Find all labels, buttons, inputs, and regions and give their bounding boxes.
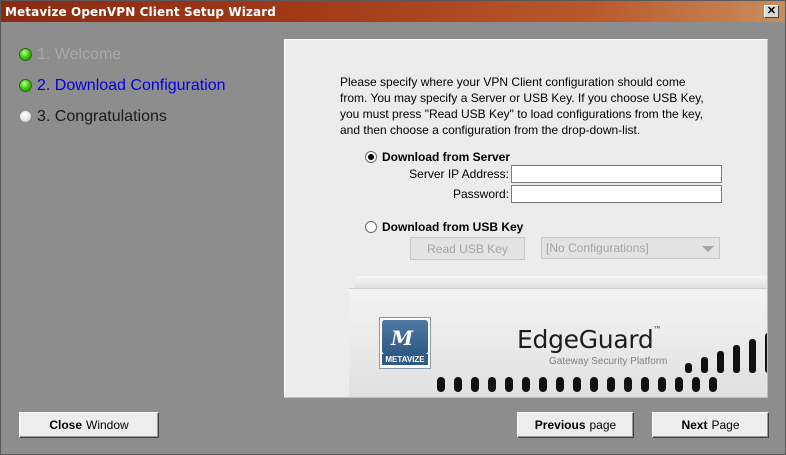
chevron-down-icon bbox=[702, 246, 714, 252]
metavize-logo: M METAVIZE bbox=[379, 317, 431, 369]
server-ip-label: Server IP Address: bbox=[409, 167, 509, 181]
step-congratulations: 3. Congratulations bbox=[19, 101, 226, 132]
step-label: 2. Download Configuration bbox=[37, 76, 226, 94]
step-status-green-icon bbox=[19, 79, 32, 92]
device-name: EdgeGuard™ bbox=[517, 325, 662, 354]
device-vent bbox=[573, 377, 581, 392]
device-subtitle: Gateway Security Platform bbox=[549, 356, 668, 367]
device-vent bbox=[641, 377, 649, 392]
download-from-server-radio[interactable]: Download from Server bbox=[365, 150, 510, 164]
device-vent bbox=[658, 377, 666, 392]
step-welcome: 1. Welcome bbox=[19, 39, 226, 70]
configuration-dropdown[interactable]: [No Configurations] bbox=[541, 237, 720, 259]
step-status-white-icon bbox=[19, 110, 32, 123]
device-vent bbox=[624, 377, 632, 392]
device-vent bbox=[437, 377, 445, 392]
device-vent bbox=[454, 377, 462, 392]
device-vent-bar bbox=[749, 339, 756, 373]
step-download-configuration: 2. Download Configuration bbox=[19, 70, 226, 101]
download-from-usb-radio[interactable]: Download from USB Key bbox=[365, 220, 523, 234]
device-vent bbox=[709, 377, 717, 392]
read-usb-key-button[interactable]: Read USB Key bbox=[410, 237, 525, 260]
step-label: 3. Congratulations bbox=[37, 107, 167, 125]
device-vent bbox=[607, 377, 615, 392]
device-vent bbox=[590, 377, 598, 392]
device-vent-bar bbox=[701, 357, 708, 373]
device-vent bbox=[675, 377, 683, 392]
radio-checked-icon[interactable] bbox=[365, 151, 377, 163]
device-vent bbox=[692, 377, 700, 392]
password-label: Password: bbox=[452, 187, 509, 201]
window-title: Metavize OpenVPN Client Setup Wizard bbox=[5, 4, 276, 19]
device-vent bbox=[556, 377, 564, 392]
previous-page-button[interactable]: Previous page bbox=[517, 412, 634, 438]
instructions-text: Please specify where your VPN Client con… bbox=[340, 75, 704, 137]
next-page-button[interactable]: Next Page bbox=[652, 412, 769, 438]
device-front-panel: M METAVIZE EdgeGuard™ Gateway Security P… bbox=[349, 288, 767, 397]
password-input[interactable] bbox=[511, 185, 722, 203]
device-vent bbox=[488, 377, 496, 392]
step-label: 1. Welcome bbox=[37, 45, 122, 63]
device-vent bbox=[522, 377, 530, 392]
wizard-window: Metavize OpenVPN Client Setup Wizard ✕ 1… bbox=[0, 0, 786, 455]
close-window-button[interactable]: Close Window bbox=[19, 412, 159, 438]
device-vent-bar bbox=[733, 345, 740, 373]
device-vent bbox=[539, 377, 547, 392]
edgeguard-device-image: M METAVIZE EdgeGuard™ Gateway Security P… bbox=[335, 276, 767, 397]
wizard-steps: 1. Welcome 2. Download Configuration 3. … bbox=[19, 39, 226, 132]
server-ip-input[interactable] bbox=[511, 165, 722, 183]
device-vent-bar bbox=[765, 333, 767, 373]
device-vent bbox=[505, 377, 513, 392]
radio-unchecked-icon[interactable] bbox=[365, 221, 377, 233]
title-bar[interactable]: Metavize OpenVPN Client Setup Wizard ✕ bbox=[1, 1, 785, 22]
close-icon[interactable]: ✕ bbox=[764, 5, 779, 18]
device-vent-bar bbox=[717, 351, 724, 373]
content-panel: Please specify where your VPN Client con… bbox=[284, 39, 768, 398]
device-vent bbox=[471, 377, 479, 392]
step-status-green-icon bbox=[19, 48, 32, 61]
device-vent-bar bbox=[685, 363, 692, 373]
